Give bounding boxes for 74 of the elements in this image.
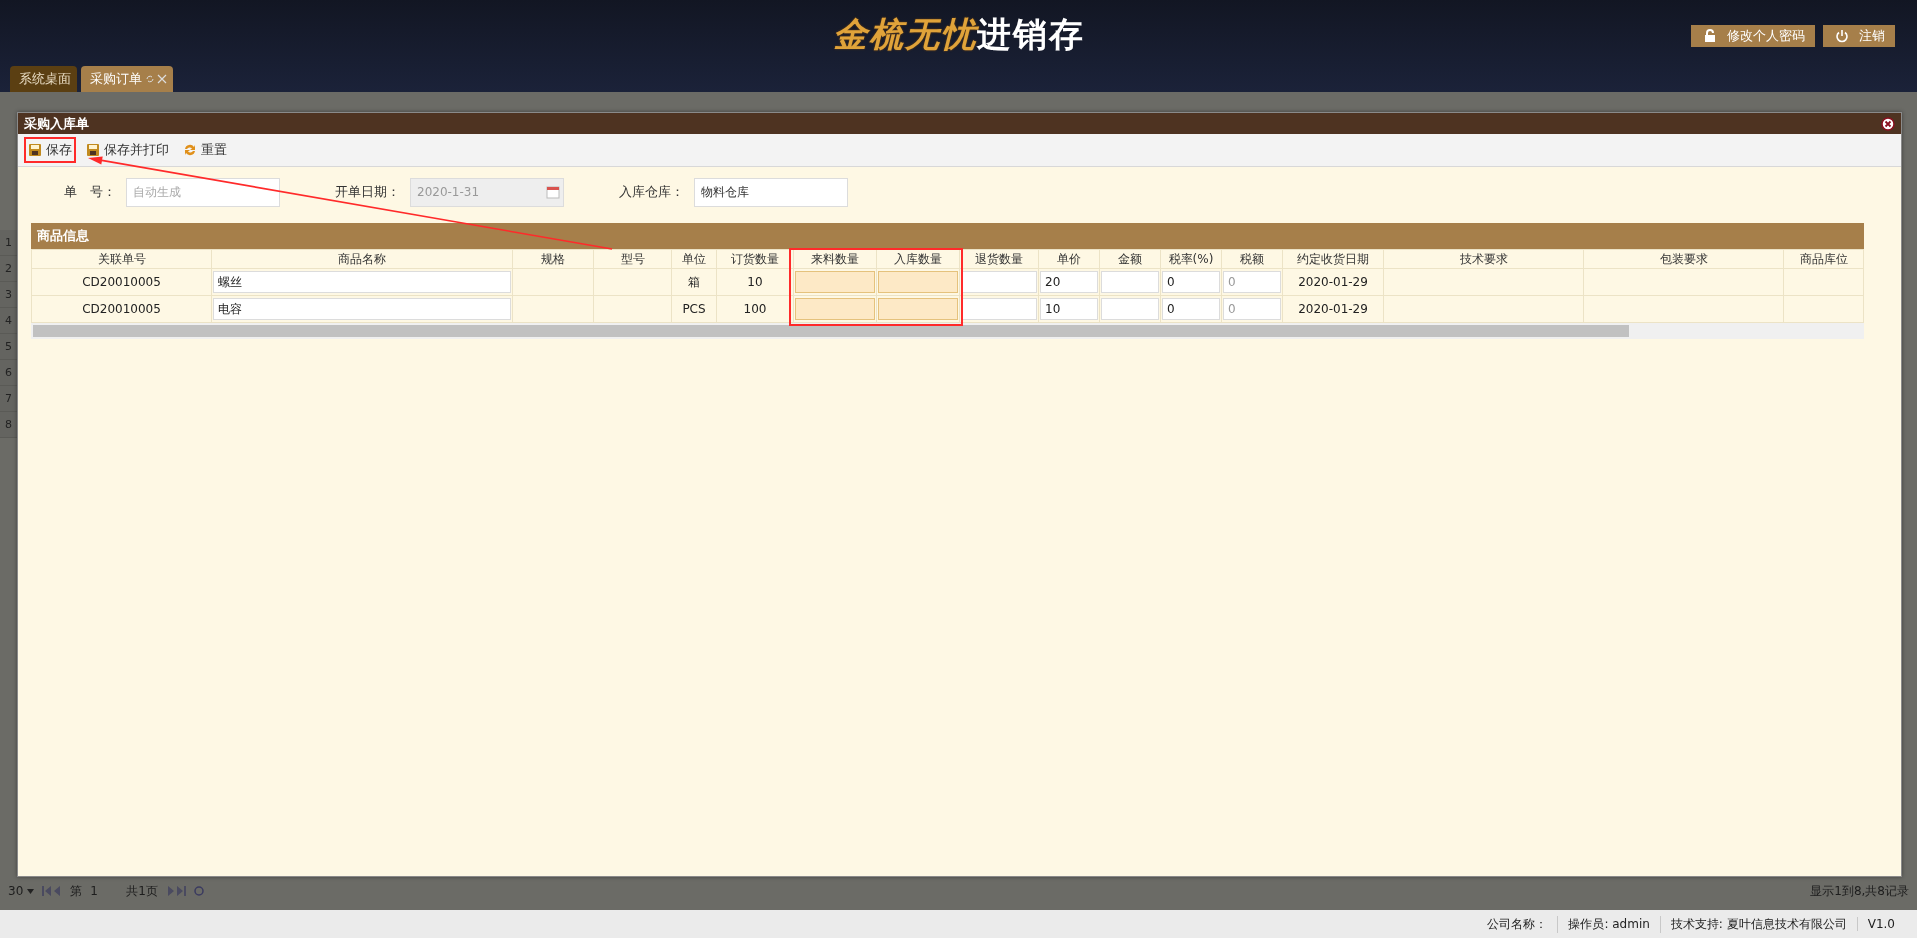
- total-pages: 共1页: [126, 882, 158, 900]
- field-label: 单 号：: [64, 183, 116, 201]
- input-field[interactable]: [1101, 298, 1159, 320]
- input-field[interactable]: [795, 298, 875, 320]
- row-number: 1: [0, 230, 17, 256]
- row-number: 5: [0, 334, 17, 360]
- column-header: 型号: [593, 249, 672, 269]
- refresh-icon[interactable]: [193, 886, 204, 896]
- input-field[interactable]: 10: [1040, 298, 1098, 320]
- column-header: 关联单号: [31, 249, 212, 269]
- caret-icon: [27, 888, 35, 894]
- input-field[interactable]: 0: [1162, 271, 1220, 293]
- input-field[interactable]: [878, 298, 958, 320]
- column-header: 商品名称: [211, 249, 513, 269]
- column-header: 税率(%): [1160, 249, 1222, 269]
- close-icon[interactable]: [1881, 116, 1895, 131]
- input-field[interactable]: [878, 271, 958, 293]
- status-item: V1.0: [1856, 917, 1905, 931]
- column-header: 金额: [1099, 249, 1161, 269]
- refresh-icon: [183, 143, 197, 157]
- input-field[interactable]: [961, 298, 1037, 320]
- input-field[interactable]: 20: [1040, 271, 1098, 293]
- column-header: 单位: [671, 249, 717, 269]
- horizontal-scrollbar[interactable]: [31, 323, 1864, 339]
- row-number: 8: [0, 412, 17, 438]
- column-header: 技术要求: [1383, 249, 1584, 269]
- change-password-button[interactable]: 修改个人密码: [1691, 25, 1815, 47]
- input-field[interactable]: 物料仓库: [694, 177, 848, 207]
- column-header: 税额: [1221, 249, 1283, 269]
- table-cell: 2020-01-29: [1282, 295, 1384, 323]
- field-label: 入库仓库：: [619, 183, 684, 201]
- row-number: 4: [0, 308, 17, 334]
- tab-actions-icon[interactable]: [145, 74, 167, 84]
- input-field[interactable]: [1101, 271, 1159, 293]
- column-header: 规格: [512, 249, 594, 269]
- table-cell: 2020-01-29: [1282, 268, 1384, 296]
- status-item: 公司名称：: [1486, 915, 1549, 933]
- page-label: 第: [70, 882, 83, 900]
- input-field[interactable]: [961, 271, 1037, 293]
- row-number: 6: [0, 360, 17, 386]
- reset-button[interactable]: 重置: [179, 137, 231, 163]
- last-page-icon[interactable]: [165, 886, 186, 896]
- input-field[interactable]: 电容: [213, 298, 511, 320]
- logout-button[interactable]: 注销: [1823, 25, 1895, 47]
- app-logo: 金梳无忧进销存: [832, 13, 1085, 56]
- status-item: 操作员: admin: [1557, 915, 1660, 933]
- dialog-title: 采购入库单: [24, 114, 89, 133]
- power-icon: [1835, 29, 1849, 43]
- field-label: 开单日期：: [335, 183, 400, 201]
- table-cell: 箱: [671, 268, 717, 296]
- row-number: 3: [0, 282, 17, 308]
- column-header: 单价: [1038, 249, 1100, 269]
- row-number: 2: [0, 256, 17, 282]
- section-header: 商品信息: [31, 223, 1864, 249]
- column-header: 包装要求: [1583, 249, 1784, 269]
- tab[interactable]: 系统桌面: [10, 66, 77, 92]
- input-field[interactable]: 自动生成: [126, 177, 280, 207]
- column-header: 商品库位: [1783, 249, 1864, 269]
- column-header: 约定收货日期: [1282, 249, 1384, 269]
- tab[interactable]: 采购订单: [81, 66, 173, 92]
- table-cell: PCS: [671, 295, 717, 323]
- column-header: 订货数量: [716, 249, 794, 269]
- input-field[interactable]: 螺丝: [213, 271, 511, 293]
- row-number: 7: [0, 386, 17, 412]
- column-header: 退货数量: [959, 249, 1039, 269]
- input-field[interactable]: [795, 271, 875, 293]
- lock-icon: [1703, 29, 1717, 43]
- input-field[interactable]: 0: [1162, 298, 1220, 320]
- save-button[interactable]: 保存: [24, 137, 76, 163]
- table-cell: CD20010005: [31, 268, 212, 296]
- status-item: 技术支持: 夏叶信息技术有限公司: [1659, 915, 1857, 933]
- table-cell: CD20010005: [31, 295, 212, 323]
- record-summary: 显示1到8,共8记录: [1810, 882, 1909, 900]
- first-page-icon[interactable]: [42, 886, 63, 896]
